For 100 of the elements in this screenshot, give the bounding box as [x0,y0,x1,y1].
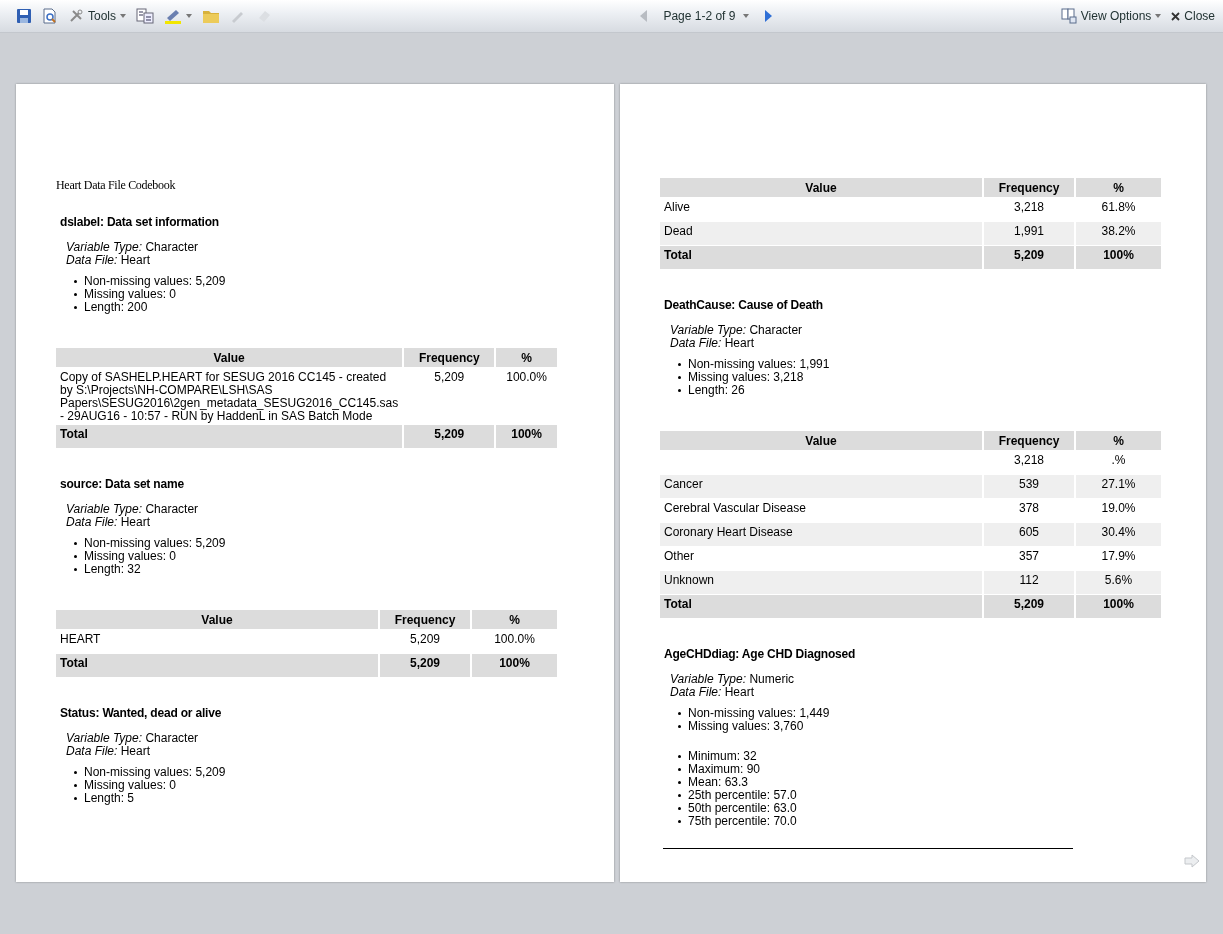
bullet-icon [678,389,681,392]
save-icon [16,8,32,24]
list-item: Maximum: 90 [688,763,761,776]
list-item: Non-missing values: 1,991 [688,358,830,371]
list-item: Length: 200 [84,301,148,314]
list-item: Mean: 63.3 [688,776,749,789]
column-header: Frequency [404,348,495,368]
table-cell: 605 [984,523,1074,547]
data-file-line: Data File: Heart [66,745,152,758]
bullet-icon [678,725,681,728]
variable-heading: DeathCause: Cause of Death [664,298,824,312]
list-item: Missing values: 0 [84,550,177,563]
list-item: Length: 32 [84,563,141,576]
total-cell: 5,209 [984,246,1074,270]
total-cell: 5,209 [404,425,495,449]
bullet-icon [74,293,77,296]
list-item: Length: 26 [688,384,745,397]
list-item: Missing values: 3,218 [688,371,804,384]
bullet-icon [678,794,681,797]
column-header: % [1076,431,1161,451]
list-item: 25th percentile: 57.0 [688,789,797,802]
bullet-icon [74,771,77,774]
list-item: Non-missing values: 5,209 [84,537,226,550]
variable-type-line: Variable Type: Numeric [670,673,796,686]
variable-heading: source: Data set name [60,477,185,491]
bullet-icon [678,712,681,715]
page-selector[interactable]: Page 1-2 of 9 [661,7,752,25]
tools-icon [68,8,84,24]
total-cell: Total [56,654,378,678]
table-cell: Unknown [660,571,982,595]
column-header: Frequency [984,431,1074,451]
folder-icon [202,8,220,24]
close-icon [1171,11,1181,21]
total-cell: Total [660,595,982,619]
page-magnifier-icon [42,8,58,24]
bullet-icon [74,306,77,309]
table-cell: Cancer [660,475,982,499]
bullet-icon [74,555,77,558]
bullet-icon [678,781,681,784]
column-header: Value [660,431,982,451]
list-item: 75th percentile: 70.0 [688,815,797,828]
list-item: Length: 5 [84,792,135,805]
column-header: Frequency [984,178,1074,198]
variable-type-line: Variable Type: Character [670,324,804,337]
highlighter-icon [164,8,182,24]
list-item: Non-missing values: 5,209 [84,275,226,288]
total-cell: Total [660,246,982,270]
total-cell: Total [56,425,403,449]
variable-heading: Status: Wanted, dead or alive [60,706,223,720]
caret-icon [743,14,750,18]
save-button[interactable] [14,6,34,26]
table-cell: 1,991 [984,222,1074,246]
bullet-icon [678,820,681,823]
document-title: Heart Data File Codebook [56,178,177,193]
column-header: Frequency [380,610,470,630]
variable-type-line: Variable Type: Character [66,241,200,254]
column-header: Value [56,348,403,368]
list-item: Missing values: 0 [84,779,177,792]
total-cell: 100% [472,654,557,678]
bullet-icon [74,542,77,545]
column-header: Value [660,178,982,198]
column-header: % [496,348,557,368]
bullet-icon [678,755,681,758]
bullet-icon [678,807,681,810]
total-cell: 100% [496,425,557,449]
data-file-line: Data File: Heart [670,337,756,350]
data-file-line: Data File: Heart [670,686,756,699]
variable-heading: dslabel: Data set information [60,215,220,229]
bullet-icon [678,768,681,771]
list-item: Missing values: 3,760 [688,720,804,733]
variable-type-line: Variable Type: Character [66,503,200,516]
tools-menu-button[interactable]: Tools [66,6,128,26]
list-item: Minimum: 32 [688,750,757,763]
view-options-button[interactable]: View Options [1058,6,1164,26]
bullet-icon [74,568,77,571]
left-arrow-icon [640,10,648,22]
table-cell: 27.1% [1076,475,1161,499]
bullet-icon [678,376,681,379]
list-item: Non-missing values: 1,449 [688,707,830,720]
column-header: % [1076,178,1161,198]
list-item: Missing values: 0 [84,288,177,301]
total-cell: 100% [1076,246,1161,270]
bullet-icon [74,784,77,787]
total-cell: 5,209 [380,654,470,678]
variable-type-line: Variable Type: Character [66,732,200,745]
close-button[interactable]: Close [1169,7,1217,25]
list-item: Non-missing values: 5,209 [84,766,226,779]
table-cell: 38.2% [1076,222,1161,246]
table-cell: Coronary Heart Disease [660,523,982,547]
total-cell: 5,209 [984,595,1074,619]
table-cell: 30.4% [1076,523,1161,547]
variable-heading: AgeCHDdiag: Age CHD Diagnosed [664,647,857,661]
table-cell: 5.6% [1076,571,1161,595]
caret-icon [1155,14,1162,18]
bullet-icon [74,280,77,283]
column-header: Value [56,610,378,630]
data-file-line: Data File: Heart [66,254,152,267]
data-file-line: Data File: Heart [66,516,152,529]
table-cell: 539 [984,475,1074,499]
eraser-icon [256,8,272,24]
